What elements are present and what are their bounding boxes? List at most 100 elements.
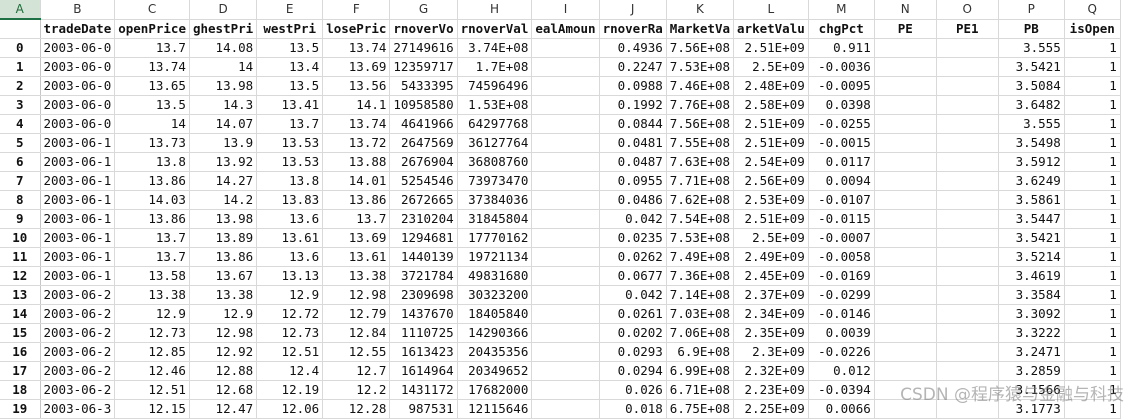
select-all-corner[interactable]: A xyxy=(0,0,41,20)
cell[interactable]: 5433395 xyxy=(389,76,458,96)
cell[interactable] xyxy=(874,361,937,381)
cell[interactable]: 13.53 xyxy=(256,152,324,172)
cell[interactable]: 2.35E+09 xyxy=(733,323,809,343)
cell[interactable]: 4641966 xyxy=(389,114,458,134)
cell[interactable]: 3.6249 xyxy=(998,171,1065,191)
row-index[interactable]: 10 xyxy=(0,228,41,248)
cell[interactable] xyxy=(936,209,999,229)
cell[interactable]: 7.55E+08 xyxy=(666,133,735,153)
row-index[interactable]: 11 xyxy=(0,247,41,267)
column-header-o[interactable]: O xyxy=(936,0,999,20)
cell[interactable] xyxy=(531,190,600,210)
column-header-p[interactable]: P xyxy=(998,0,1065,20)
cell[interactable]: 49831680 xyxy=(457,266,533,286)
column-header-k[interactable]: K xyxy=(666,0,735,20)
cell[interactable] xyxy=(874,266,937,286)
row-header[interactable] xyxy=(0,19,41,39)
row-index[interactable]: 16 xyxy=(0,342,41,362)
cell[interactable]: 36808760 xyxy=(457,152,533,172)
cell[interactable] xyxy=(936,228,999,248)
cell[interactable]: 0.012 xyxy=(808,361,875,381)
cell[interactable] xyxy=(531,266,600,286)
cell[interactable]: -0.0394 xyxy=(808,380,875,400)
field-header-highestprice[interactable]: ghestPri xyxy=(189,19,258,39)
cell[interactable]: -0.0036 xyxy=(808,57,875,77)
field-header-turnovervalue[interactable]: rnoverVal xyxy=(457,19,533,39)
cell[interactable] xyxy=(531,38,600,58)
cell[interactable]: 2.23E+09 xyxy=(733,380,809,400)
cell[interactable] xyxy=(936,323,999,343)
cell[interactable]: 31845804 xyxy=(457,209,533,229)
cell[interactable]: 12.7 xyxy=(322,361,391,381)
cell[interactable]: 3.5861 xyxy=(998,190,1065,210)
cell[interactable]: 2.51E+09 xyxy=(733,114,809,134)
cell[interactable]: 0.0481 xyxy=(599,133,667,153)
cell[interactable]: 2003-06-1 xyxy=(40,247,116,267)
cell[interactable]: 12.73 xyxy=(256,323,324,343)
cell[interactable]: 3.5498 xyxy=(998,133,1065,153)
cell[interactable]: 2676904 xyxy=(389,152,458,172)
cell[interactable]: 1 xyxy=(1064,171,1121,191)
cell[interactable] xyxy=(531,228,600,248)
cell[interactable] xyxy=(531,133,600,153)
field-header-negmarketvalue[interactable]: MarketVa xyxy=(666,19,735,39)
cell[interactable]: 13.38 xyxy=(189,285,258,305)
cell[interactable]: 13.5 xyxy=(256,38,324,58)
cell[interactable]: 13.9 xyxy=(189,133,258,153)
row-index[interactable]: 5 xyxy=(0,133,41,153)
cell[interactable] xyxy=(874,209,937,229)
cell[interactable]: 64297768 xyxy=(457,114,533,134)
cell[interactable]: 2672665 xyxy=(389,190,458,210)
cell[interactable]: 1.53E+08 xyxy=(457,95,533,115)
cell[interactable]: 7.56E+08 xyxy=(666,38,735,58)
cell[interactable] xyxy=(874,228,937,248)
cell[interactable]: 3.4619 xyxy=(998,266,1065,286)
cell[interactable]: 14.3 xyxy=(189,95,258,115)
cell[interactable] xyxy=(874,285,937,305)
cell[interactable] xyxy=(936,114,999,134)
row-index[interactable]: 12 xyxy=(0,266,41,286)
cell[interactable]: 3.5421 xyxy=(998,57,1065,77)
column-header-q[interactable]: Q xyxy=(1064,0,1121,20)
cell[interactable]: 1 xyxy=(1064,38,1121,58)
cell[interactable]: 2003-06-1 xyxy=(40,190,116,210)
cell[interactable]: 0.0487 xyxy=(599,152,667,172)
row-index[interactable]: 18 xyxy=(0,380,41,400)
cell[interactable] xyxy=(531,323,600,343)
cell[interactable]: 12.06 xyxy=(256,399,324,419)
spreadsheet-grid[interactable]: ABCDEFGHIJKLMNOPQ tradeDate openPrice ghes… xyxy=(0,0,1121,419)
cell[interactable]: 14 xyxy=(189,57,258,77)
cell[interactable]: 12.15 xyxy=(114,399,190,419)
column-header-c[interactable]: C xyxy=(114,0,190,20)
cell[interactable]: 14.27 xyxy=(189,171,258,191)
field-header-tradedate[interactable]: tradeDate xyxy=(40,19,116,39)
cell[interactable]: 1614964 xyxy=(389,361,458,381)
cell[interactable]: 2.51E+09 xyxy=(733,38,809,58)
cell[interactable] xyxy=(874,304,937,324)
cell[interactable]: 12.84 xyxy=(322,323,391,343)
cell[interactable]: -0.0255 xyxy=(808,114,875,134)
cell[interactable]: 13.61 xyxy=(322,247,391,267)
cell[interactable]: 13.88 xyxy=(322,152,391,172)
cell[interactable] xyxy=(531,114,600,134)
cell[interactable]: 1 xyxy=(1064,76,1121,96)
cell[interactable]: 7.53E+08 xyxy=(666,228,735,248)
cell[interactable]: 0.1992 xyxy=(599,95,667,115)
row-index[interactable]: 9 xyxy=(0,209,41,229)
column-header-h[interactable]: H xyxy=(457,0,533,20)
cell[interactable] xyxy=(936,266,999,286)
cell[interactable]: 13.38 xyxy=(322,266,391,286)
cell[interactable]: 13.74 xyxy=(322,114,391,134)
cell[interactable]: 14.03 xyxy=(114,190,190,210)
cell[interactable]: 13.98 xyxy=(189,209,258,229)
cell[interactable]: 0.0398 xyxy=(808,95,875,115)
cell[interactable]: 1 xyxy=(1064,266,1121,286)
field-header-pb[interactable]: PB xyxy=(998,19,1065,39)
cell[interactable]: 13.86 xyxy=(114,209,190,229)
cell[interactable]: 13.89 xyxy=(189,228,258,248)
cell[interactable]: 12.19 xyxy=(256,380,324,400)
column-header-d[interactable]: D xyxy=(189,0,258,20)
cell[interactable]: 987531 xyxy=(389,399,458,419)
cell[interactable]: 13.7 xyxy=(114,228,190,248)
cell[interactable] xyxy=(936,171,999,191)
